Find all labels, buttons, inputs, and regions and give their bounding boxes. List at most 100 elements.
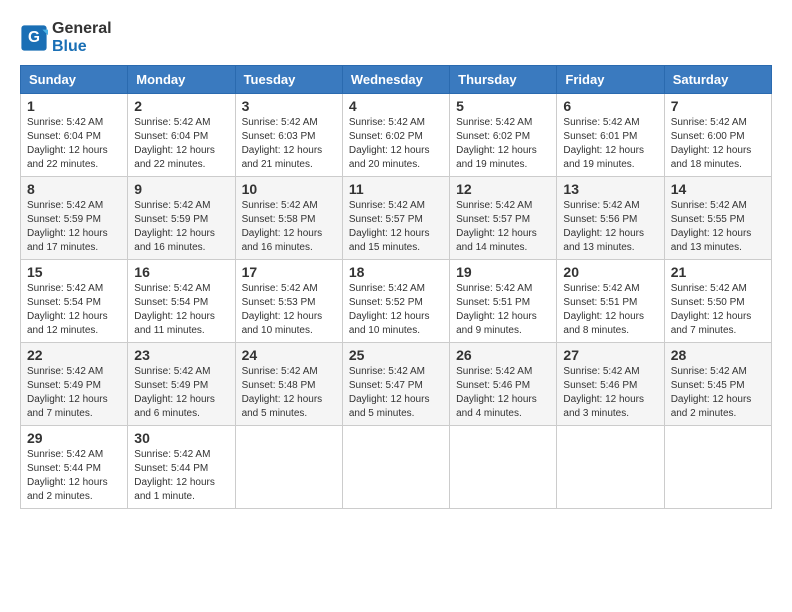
day-info: Sunrise: 5:42 AM Sunset: 5:52 PM Dayligh… xyxy=(349,282,443,338)
svg-text:G: G xyxy=(28,29,40,46)
day-number: 19 xyxy=(456,264,550,280)
day-info: Sunrise: 5:42 AM Sunset: 5:59 PM Dayligh… xyxy=(134,199,228,255)
day-number: 21 xyxy=(671,264,765,280)
weekday-header-thursday: Thursday xyxy=(450,66,557,94)
calendar-week-3: 15 Sunrise: 5:42 AM Sunset: 5:54 PM Dayl… xyxy=(21,260,772,343)
day-number: 28 xyxy=(671,347,765,363)
calendar-cell: 24 Sunrise: 5:42 AM Sunset: 5:48 PM Dayl… xyxy=(235,343,342,426)
day-info: Sunrise: 5:42 AM Sunset: 5:57 PM Dayligh… xyxy=(456,199,550,255)
day-info: Sunrise: 5:42 AM Sunset: 5:57 PM Dayligh… xyxy=(349,199,443,255)
day-info: Sunrise: 5:42 AM Sunset: 5:47 PM Dayligh… xyxy=(349,365,443,421)
calendar-cell: 20 Sunrise: 5:42 AM Sunset: 5:51 PM Dayl… xyxy=(557,260,664,343)
calendar-cell: 8 Sunrise: 5:42 AM Sunset: 5:59 PM Dayli… xyxy=(21,177,128,260)
calendar-cell: 16 Sunrise: 5:42 AM Sunset: 5:54 PM Dayl… xyxy=(128,260,235,343)
calendar-cell: 22 Sunrise: 5:42 AM Sunset: 5:49 PM Dayl… xyxy=(21,343,128,426)
calendar-week-5: 29 Sunrise: 5:42 AM Sunset: 5:44 PM Dayl… xyxy=(21,426,772,509)
day-number: 30 xyxy=(134,430,228,446)
day-number: 10 xyxy=(242,181,336,197)
calendar-cell: 30 Sunrise: 5:42 AM Sunset: 5:44 PM Dayl… xyxy=(128,426,235,509)
calendar-cell xyxy=(557,426,664,509)
calendar-body: 1 Sunrise: 5:42 AM Sunset: 6:04 PM Dayli… xyxy=(21,94,772,509)
day-info: Sunrise: 5:42 AM Sunset: 6:00 PM Dayligh… xyxy=(671,116,765,172)
day-number: 12 xyxy=(456,181,550,197)
calendar-cell: 28 Sunrise: 5:42 AM Sunset: 5:45 PM Dayl… xyxy=(664,343,771,426)
calendar-cell: 10 Sunrise: 5:42 AM Sunset: 5:58 PM Dayl… xyxy=(235,177,342,260)
day-info: Sunrise: 5:42 AM Sunset: 5:59 PM Dayligh… xyxy=(27,199,121,255)
day-info: Sunrise: 5:42 AM Sunset: 5:53 PM Dayligh… xyxy=(242,282,336,338)
weekday-header-row: SundayMondayTuesdayWednesdayThursdayFrid… xyxy=(21,66,772,94)
calendar-cell xyxy=(342,426,449,509)
calendar-cell: 9 Sunrise: 5:42 AM Sunset: 5:59 PM Dayli… xyxy=(128,177,235,260)
day-number: 14 xyxy=(671,181,765,197)
day-number: 1 xyxy=(27,98,121,114)
calendar-cell: 23 Sunrise: 5:42 AM Sunset: 5:49 PM Dayl… xyxy=(128,343,235,426)
day-info: Sunrise: 5:42 AM Sunset: 5:48 PM Dayligh… xyxy=(242,365,336,421)
calendar-cell: 21 Sunrise: 5:42 AM Sunset: 5:50 PM Dayl… xyxy=(664,260,771,343)
day-number: 27 xyxy=(563,347,657,363)
day-info: Sunrise: 5:42 AM Sunset: 5:54 PM Dayligh… xyxy=(27,282,121,338)
day-info: Sunrise: 5:42 AM Sunset: 5:51 PM Dayligh… xyxy=(456,282,550,338)
weekday-header-tuesday: Tuesday xyxy=(235,66,342,94)
day-number: 18 xyxy=(349,264,443,280)
calendar-cell: 11 Sunrise: 5:42 AM Sunset: 5:57 PM Dayl… xyxy=(342,177,449,260)
day-number: 13 xyxy=(563,181,657,197)
calendar-week-1: 1 Sunrise: 5:42 AM Sunset: 6:04 PM Dayli… xyxy=(21,94,772,177)
calendar-week-2: 8 Sunrise: 5:42 AM Sunset: 5:59 PM Dayli… xyxy=(21,177,772,260)
calendar-cell: 19 Sunrise: 5:42 AM Sunset: 5:51 PM Dayl… xyxy=(450,260,557,343)
calendar-cell: 2 Sunrise: 5:42 AM Sunset: 6:04 PM Dayli… xyxy=(128,94,235,177)
day-number: 11 xyxy=(349,181,443,197)
calendar-cell: 1 Sunrise: 5:42 AM Sunset: 6:04 PM Dayli… xyxy=(21,94,128,177)
day-info: Sunrise: 5:42 AM Sunset: 5:46 PM Dayligh… xyxy=(456,365,550,421)
day-number: 3 xyxy=(242,98,336,114)
calendar-table: SundayMondayTuesdayWednesdayThursdayFrid… xyxy=(20,65,772,509)
day-info: Sunrise: 5:42 AM Sunset: 5:58 PM Dayligh… xyxy=(242,199,336,255)
logo-icon: G xyxy=(20,24,48,52)
day-info: Sunrise: 5:42 AM Sunset: 5:54 PM Dayligh… xyxy=(134,282,228,338)
calendar-cell: 25 Sunrise: 5:42 AM Sunset: 5:47 PM Dayl… xyxy=(342,343,449,426)
logo-line2: Blue xyxy=(52,38,112,56)
calendar-cell: 15 Sunrise: 5:42 AM Sunset: 5:54 PM Dayl… xyxy=(21,260,128,343)
day-number: 4 xyxy=(349,98,443,114)
day-number: 2 xyxy=(134,98,228,114)
calendar-cell xyxy=(450,426,557,509)
day-info: Sunrise: 5:42 AM Sunset: 6:04 PM Dayligh… xyxy=(134,116,228,172)
calendar-cell: 27 Sunrise: 5:42 AM Sunset: 5:46 PM Dayl… xyxy=(557,343,664,426)
calendar-cell: 18 Sunrise: 5:42 AM Sunset: 5:52 PM Dayl… xyxy=(342,260,449,343)
calendar-cell: 3 Sunrise: 5:42 AM Sunset: 6:03 PM Dayli… xyxy=(235,94,342,177)
calendar-cell: 17 Sunrise: 5:42 AM Sunset: 5:53 PM Dayl… xyxy=(235,260,342,343)
day-number: 9 xyxy=(134,181,228,197)
day-info: Sunrise: 5:42 AM Sunset: 5:44 PM Dayligh… xyxy=(134,448,228,504)
day-info: Sunrise: 5:42 AM Sunset: 5:55 PM Dayligh… xyxy=(671,199,765,255)
calendar-cell: 29 Sunrise: 5:42 AM Sunset: 5:44 PM Dayl… xyxy=(21,426,128,509)
weekday-header-monday: Monday xyxy=(128,66,235,94)
day-number: 6 xyxy=(563,98,657,114)
weekday-header-saturday: Saturday xyxy=(664,66,771,94)
calendar-cell: 13 Sunrise: 5:42 AM Sunset: 5:56 PM Dayl… xyxy=(557,177,664,260)
day-info: Sunrise: 5:42 AM Sunset: 6:04 PM Dayligh… xyxy=(27,116,121,172)
day-info: Sunrise: 5:42 AM Sunset: 5:44 PM Dayligh… xyxy=(27,448,121,504)
day-number: 17 xyxy=(242,264,336,280)
day-info: Sunrise: 5:42 AM Sunset: 6:02 PM Dayligh… xyxy=(456,116,550,172)
day-info: Sunrise: 5:42 AM Sunset: 6:03 PM Dayligh… xyxy=(242,116,336,172)
day-number: 5 xyxy=(456,98,550,114)
weekday-header-sunday: Sunday xyxy=(21,66,128,94)
calendar-cell: 26 Sunrise: 5:42 AM Sunset: 5:46 PM Dayl… xyxy=(450,343,557,426)
day-number: 20 xyxy=(563,264,657,280)
weekday-header-friday: Friday xyxy=(557,66,664,94)
header: G General Blue xyxy=(20,20,772,55)
weekday-header-wednesday: Wednesday xyxy=(342,66,449,94)
calendar-cell xyxy=(235,426,342,509)
day-number: 26 xyxy=(456,347,550,363)
logo-line1: General xyxy=(52,20,112,38)
calendar-cell: 7 Sunrise: 5:42 AM Sunset: 6:00 PM Dayli… xyxy=(664,94,771,177)
day-info: Sunrise: 5:42 AM Sunset: 5:56 PM Dayligh… xyxy=(563,199,657,255)
day-info: Sunrise: 5:42 AM Sunset: 5:51 PM Dayligh… xyxy=(563,282,657,338)
day-number: 16 xyxy=(134,264,228,280)
day-info: Sunrise: 5:42 AM Sunset: 5:49 PM Dayligh… xyxy=(134,365,228,421)
calendar-cell: 6 Sunrise: 5:42 AM Sunset: 6:01 PM Dayli… xyxy=(557,94,664,177)
day-info: Sunrise: 5:42 AM Sunset: 5:46 PM Dayligh… xyxy=(563,365,657,421)
calendar-week-4: 22 Sunrise: 5:42 AM Sunset: 5:49 PM Dayl… xyxy=(21,343,772,426)
day-number: 8 xyxy=(27,181,121,197)
day-number: 22 xyxy=(27,347,121,363)
calendar-cell: 4 Sunrise: 5:42 AM Sunset: 6:02 PM Dayli… xyxy=(342,94,449,177)
